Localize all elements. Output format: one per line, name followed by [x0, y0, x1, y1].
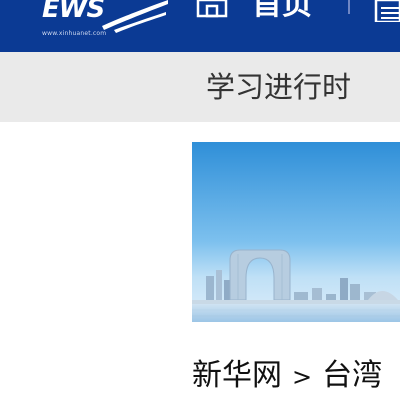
breadcrumb-separator: >: [292, 363, 313, 391]
xinhua-logo[interactable]: EWS www.xinhuanet.com: [40, 0, 170, 52]
page: EWS www.xinhuanet.com 首页 学习进行时 新华网 > 台湾: [0, 0, 400, 400]
section-banner: 学习进行时: [0, 52, 400, 122]
hero-image[interactable]: [192, 142, 400, 322]
breadcrumb-site-link[interactable]: 新华网: [192, 358, 282, 393]
breadcrumb-section-link[interactable]: 台湾: [322, 358, 382, 393]
header-divider: [348, 0, 350, 14]
menu-icon[interactable]: [372, 0, 400, 22]
logo-url: www.xinhuanet.com: [42, 30, 107, 37]
breadcrumb: 新华网 > 台湾: [192, 354, 382, 398]
logo-wordmark: EWS: [42, 0, 105, 24]
home-icon[interactable]: [196, 0, 230, 20]
section-title[interactable]: 学习进行时: [206, 68, 351, 106]
site-header: EWS www.xinhuanet.com 首页: [0, 0, 400, 52]
home-link[interactable]: 首页: [252, 0, 312, 22]
logo-swoosh-icon: [102, 0, 168, 33]
